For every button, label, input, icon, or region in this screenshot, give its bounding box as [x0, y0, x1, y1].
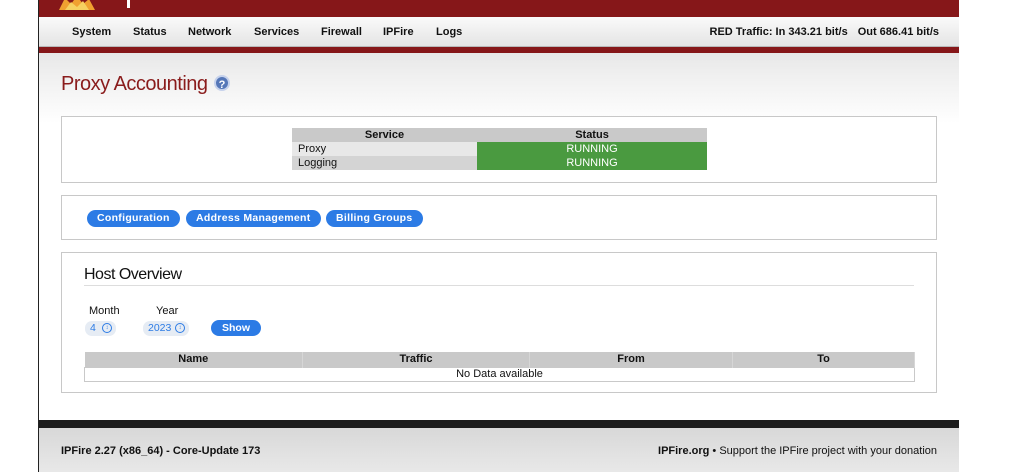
page-title: Proxy Accounting	[61, 73, 208, 95]
service-name: Proxy	[292, 142, 477, 156]
table-row: Logging RUNNING	[292, 156, 707, 170]
year-label: Year	[156, 305, 179, 317]
traffic-readout: RED Traffic: In 343.21 bit/s Out 686.41 b…	[710, 26, 939, 38]
column-header-to: To	[732, 352, 915, 367]
service-table: Service Status Proxy RUNNING Logging RUN…	[292, 128, 707, 170]
nav-status[interactable]: Status	[133, 26, 167, 38]
header-banner	[39, 0, 959, 17]
ipfire-org-link[interactable]: IPFire.org	[658, 445, 709, 457]
main-nav: System Status Network Services Firewall …	[39, 17, 959, 47]
traffic-in: RED Traffic: In 343.21 bit/s	[709, 26, 848, 38]
address-management-button[interactable]: Address Management	[186, 210, 321, 227]
column-header-from: From	[529, 352, 733, 367]
host-overview-box: Host Overview Month Year 4 ↕ 2023 ↕ Show…	[61, 252, 937, 393]
chevron-updown-icon: ↕	[175, 323, 185, 333]
year-select[interactable]: 2023 ↕	[143, 321, 189, 336]
logo-divider	[127, 0, 130, 8]
service-name: Logging	[292, 156, 477, 170]
service-status-box: Service Status Proxy RUNNING Logging RUN…	[61, 116, 937, 183]
version-info: IPFire 2.27 (x86_64) - Core-Update 173	[61, 445, 261, 457]
footer-divider	[39, 420, 959, 428]
nav-logs[interactable]: Logs	[436, 26, 462, 38]
main-content: Proxy Accounting ? Service Status Proxy …	[39, 53, 959, 420]
nav-network[interactable]: Network	[188, 26, 231, 38]
column-header-status: Status	[477, 128, 707, 142]
month-label: Month	[89, 305, 120, 317]
divider	[84, 285, 914, 286]
billing-groups-button[interactable]: Billing Groups	[326, 210, 423, 227]
month-select[interactable]: 4 ↕	[85, 321, 116, 336]
footer-support: IPFire.org • Support the IPFire project …	[658, 445, 937, 457]
help-icon[interactable]: ?	[214, 75, 230, 91]
footer: IPFire 2.27 (x86_64) - Core-Update 173 I…	[39, 428, 959, 472]
chevron-updown-icon: ↕	[102, 323, 112, 333]
empty-message: No Data available	[84, 366, 915, 382]
nav-ipfire[interactable]: IPFire	[383, 26, 414, 38]
host-table: Name Traffic From To No Data available	[84, 352, 915, 382]
table-row: Proxy RUNNING	[292, 142, 707, 156]
show-button[interactable]: Show	[211, 320, 261, 336]
table-row: No Data available	[84, 366, 915, 382]
status-badge: RUNNING	[477, 142, 707, 156]
month-select-value: 4	[90, 322, 96, 334]
app-frame: System Status Network Services Firewall …	[38, 0, 959, 472]
traffic-out: Out 686.41 bit/s	[857, 26, 939, 38]
actions-box: Configuration Address Management Billing…	[61, 195, 937, 240]
column-header-name: Name	[84, 352, 303, 367]
host-overview-title: Host Overview	[84, 266, 182, 283]
status-badge: RUNNING	[477, 156, 707, 170]
column-header-service: Service	[292, 128, 477, 142]
donation-text: • Support the IPFire project with your d…	[709, 445, 937, 457]
nav-system[interactable]: System	[72, 26, 111, 38]
configuration-button[interactable]: Configuration	[87, 210, 180, 227]
ipfire-logo-icon	[59, 0, 95, 10]
year-select-value: 2023	[148, 322, 172, 334]
column-header-traffic: Traffic	[302, 352, 530, 367]
nav-firewall[interactable]: Firewall	[321, 26, 362, 38]
nav-services[interactable]: Services	[254, 26, 299, 38]
